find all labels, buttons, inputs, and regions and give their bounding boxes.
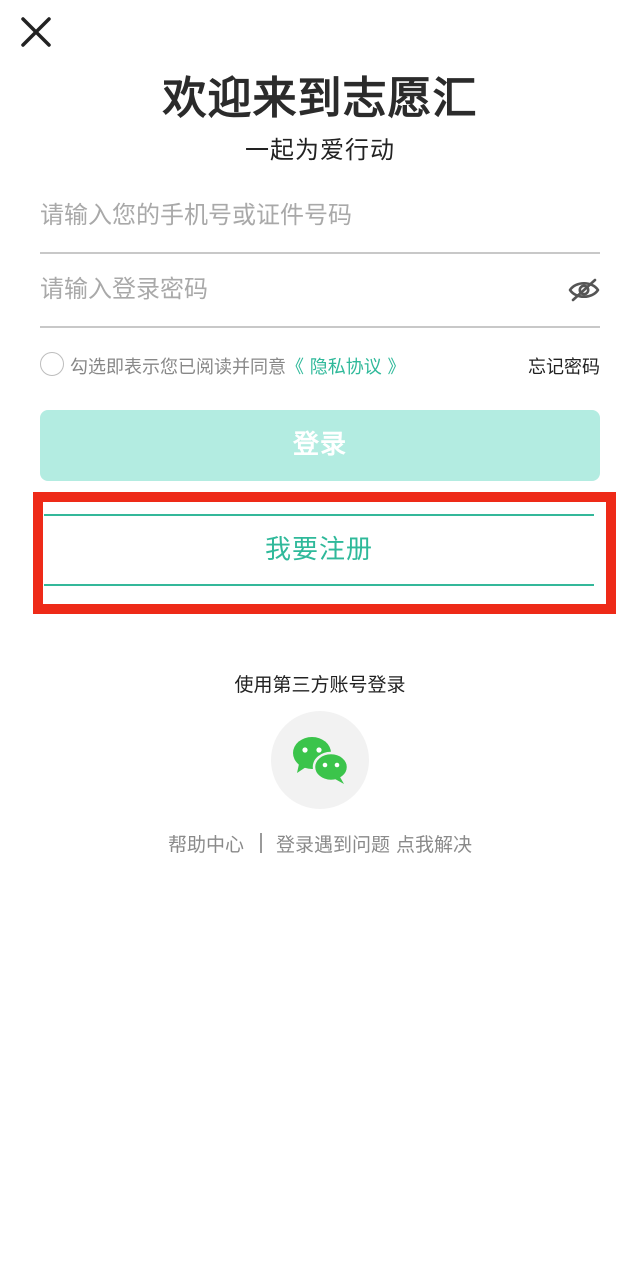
forgot-password-link[interactable]: 忘记密码 — [528, 353, 600, 379]
register-button[interactable]: 我要注册 — [44, 514, 594, 586]
phone-input[interactable] — [40, 180, 540, 250]
phone-field — [40, 180, 600, 254]
third-party-login-label: 使用第三方账号登录 — [234, 674, 406, 696]
login-problem-link[interactable]: 登录遇到问题 点我解决 — [276, 834, 472, 856]
login-button[interactable]: 登录 — [40, 410, 600, 481]
close-button[interactable] — [18, 14, 54, 50]
help-divider — [259, 833, 262, 853]
close-icon — [18, 14, 54, 50]
agreement-text: 勾选即表示您已阅读并同意《 隐私协议 》 — [70, 353, 405, 379]
privacy-link[interactable]: 《 隐私协议 》 — [286, 357, 405, 378]
help-row: 帮助中心 登录遇到问题 点我解决 — [0, 830, 640, 857]
password-field — [40, 254, 600, 328]
page-subtitle: 一起为爱行动 — [245, 136, 395, 164]
password-input[interactable] — [40, 254, 540, 324]
agree-checkbox[interactable] — [40, 352, 64, 376]
agreement-row: 勾选即表示您已阅读并同意《 隐私协议 》 忘记密码 — [40, 350, 600, 380]
eye-off-icon[interactable] — [568, 276, 600, 304]
page-title: 欢迎来到志愿汇 — [162, 73, 478, 124]
wechat-login-button[interactable] — [271, 711, 369, 809]
agreement-label: 勾选即表示您已阅读并同意 — [70, 357, 286, 378]
help-center-link[interactable]: 帮助中心 — [168, 834, 244, 856]
